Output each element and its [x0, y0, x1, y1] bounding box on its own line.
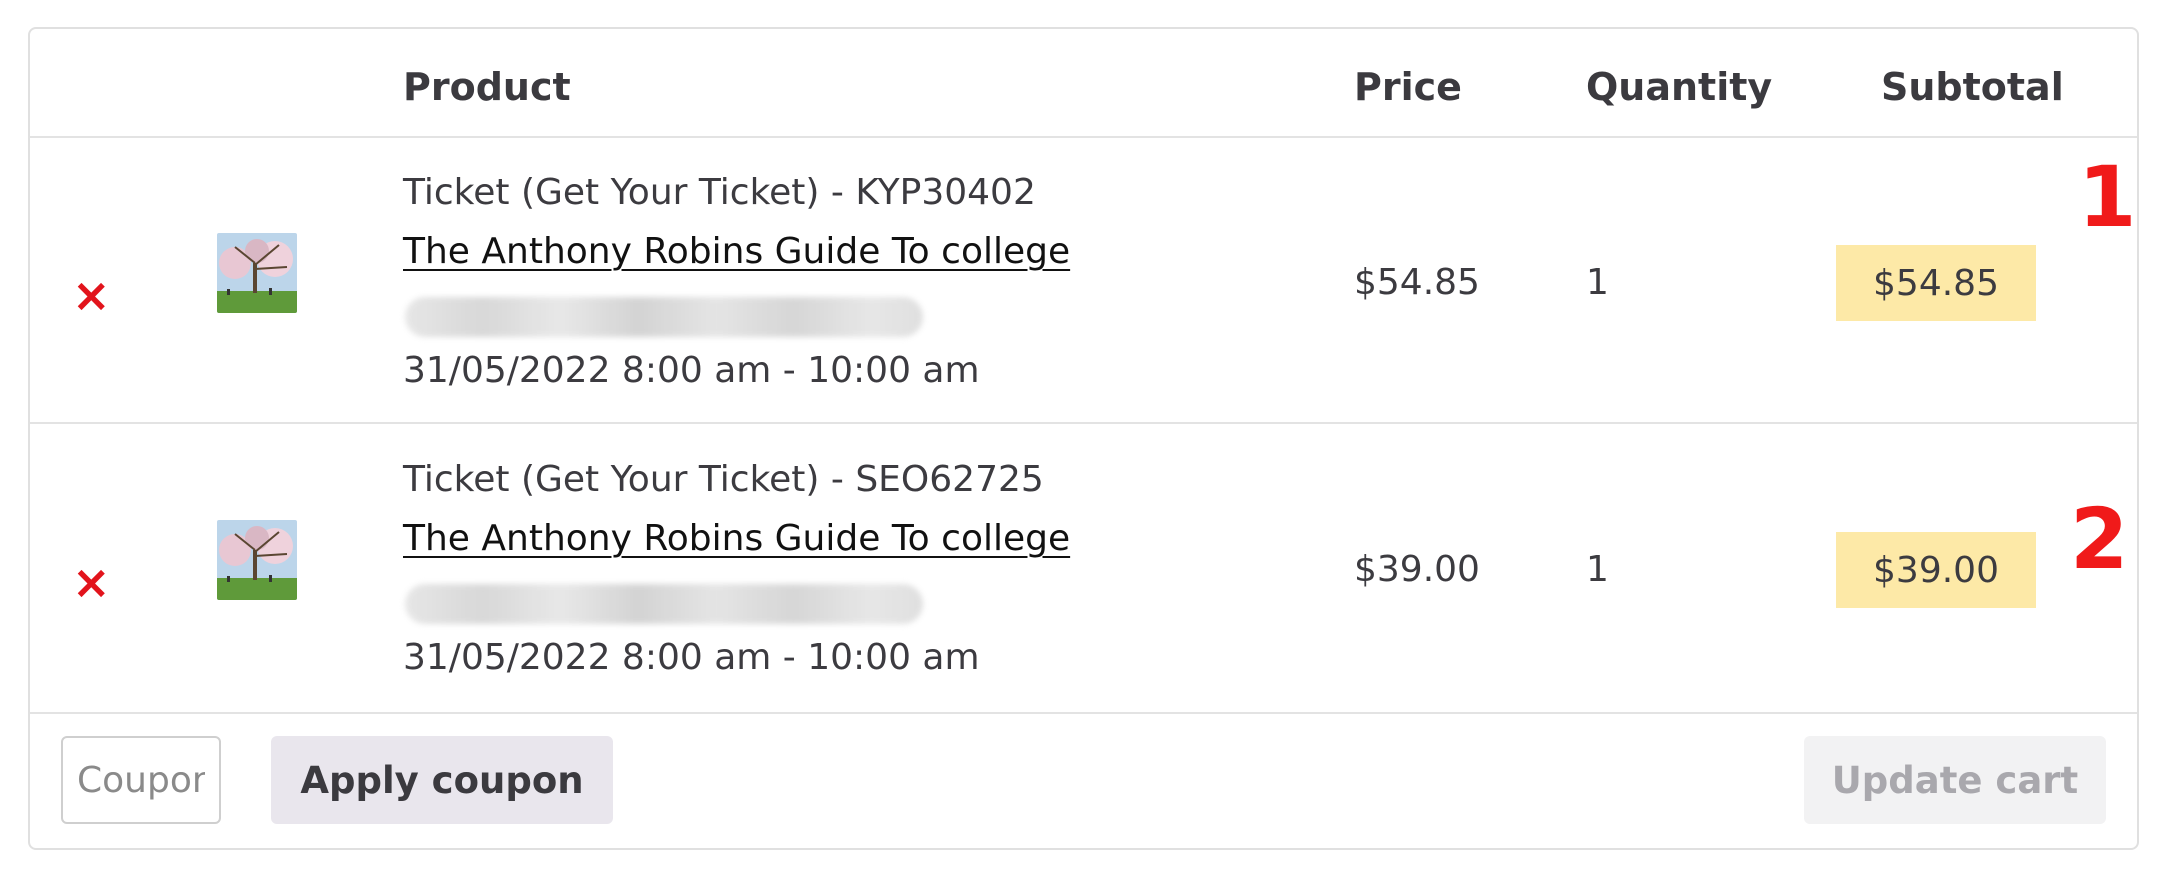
- redacted-email: [405, 584, 923, 624]
- subtotal-value: $54.85: [1873, 262, 1999, 304]
- header-quantity: Quantity: [1586, 65, 1773, 109]
- coupon-code-input[interactable]: [61, 736, 221, 824]
- remove-item-icon[interactable]: ×: [72, 272, 111, 318]
- header-price: Price: [1354, 65, 1462, 109]
- divider: [30, 422, 2137, 424]
- price-cell: $39.00: [1354, 549, 1480, 590]
- ticket-label: Ticket (Get Your Ticket) - SEO62725: [403, 459, 1044, 500]
- ticket-label: Ticket (Get Your Ticket) - KYP30402: [403, 172, 1036, 213]
- annotation-number: 2: [2070, 490, 2129, 588]
- quantity-cell: 1: [1586, 262, 1609, 303]
- remove-item-icon[interactable]: ×: [72, 559, 111, 605]
- subtotal-cell: $39.00: [1836, 532, 2036, 608]
- header-product: Product: [403, 65, 571, 109]
- divider: [30, 712, 2137, 714]
- subtotal-cell: $54.85: [1836, 245, 2036, 321]
- product-link[interactable]: The Anthony Robins Guide To college: [403, 231, 1070, 272]
- cart-table: Product Price Quantity Subtotal × Ticket…: [28, 27, 2139, 850]
- annotation-number: 1: [2078, 148, 2137, 246]
- apply-coupon-button[interactable]: Apply coupon: [271, 736, 613, 824]
- redacted-email: [405, 297, 923, 337]
- ticket-datetime: 31/05/2022 8:00 am - 10:00 am: [403, 350, 980, 391]
- divider: [30, 136, 2137, 138]
- product-thumbnail-image[interactable]: [217, 520, 297, 600]
- subtotal-value: $39.00: [1873, 549, 1999, 591]
- header-subtotal: Subtotal: [1881, 65, 2064, 109]
- quantity-cell: 1: [1586, 549, 1609, 590]
- price-cell: $54.85: [1354, 262, 1480, 303]
- ticket-datetime: 31/05/2022 8:00 am - 10:00 am: [403, 637, 980, 678]
- product-thumbnail-image[interactable]: [217, 233, 297, 313]
- update-cart-button[interactable]: Update cart: [1804, 736, 2106, 824]
- product-link[interactable]: The Anthony Robins Guide To college: [403, 518, 1070, 559]
